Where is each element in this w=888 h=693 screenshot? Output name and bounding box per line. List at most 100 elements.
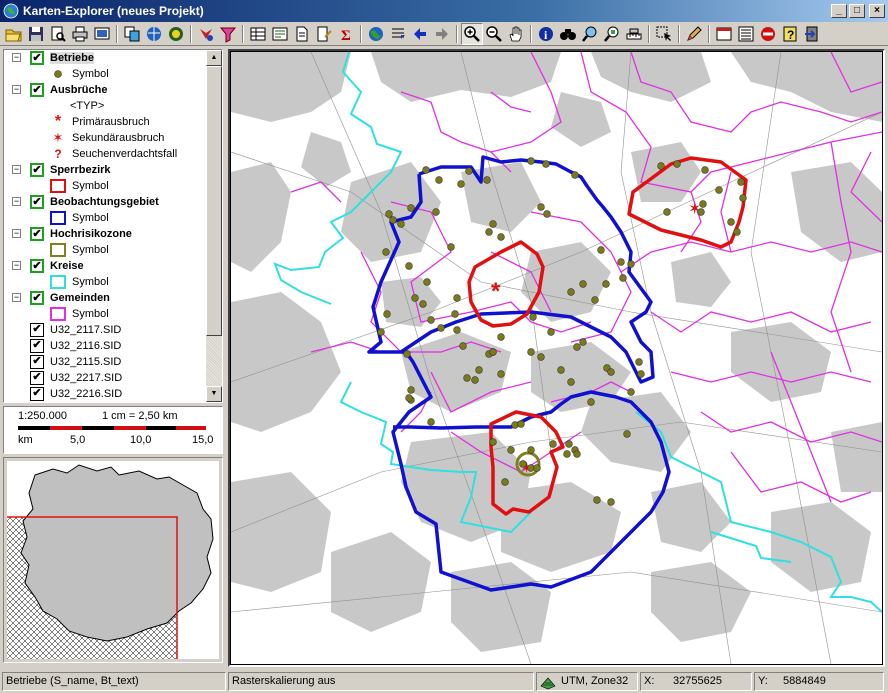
betrieb-dot[interactable] (673, 160, 681, 168)
print-icon[interactable] (69, 23, 91, 45)
find-icon[interactable] (579, 23, 601, 45)
previous-extent-icon[interactable] (387, 23, 409, 45)
collapse-toggle[interactable]: − (12, 229, 21, 238)
list-icon[interactable] (735, 23, 757, 45)
save-icon[interactable] (25, 23, 47, 45)
info-icon[interactable]: i (535, 23, 557, 45)
layer-visibility-checkbox[interactable]: ✔ (30, 259, 44, 273)
collapse-toggle[interactable]: − (12, 293, 21, 302)
legend-layer-row[interactable]: − ✔ Gemeinden (4, 290, 207, 306)
arrow-left-icon[interactable] (409, 23, 431, 45)
attribute-icon[interactable] (269, 23, 291, 45)
betrieb-dot[interactable] (637, 370, 645, 378)
layer-visibility-checkbox[interactable]: ✔ (30, 291, 44, 305)
betrieb-dot[interactable] (537, 353, 545, 361)
betrieb-dot[interactable] (547, 328, 555, 336)
betrieb-dot[interactable] (607, 368, 615, 376)
betrieb-dot[interactable] (451, 310, 459, 318)
select-zoom-icon[interactable] (601, 23, 623, 45)
close-button[interactable]: × (869, 4, 885, 18)
betrieb-dot[interactable] (453, 326, 461, 334)
betrieb-dot[interactable] (607, 498, 615, 506)
betrieb-dot[interactable] (497, 233, 505, 241)
betrieb-dot[interactable] (385, 210, 393, 218)
filter-icon[interactable] (217, 23, 239, 45)
arrow-right-icon[interactable] (431, 23, 453, 45)
layer-name[interactable]: Kreise (50, 260, 84, 272)
raster-file-checkbox[interactable]: ✔ (30, 323, 44, 337)
legend-scrollbar[interactable]: ▲ ▼ (206, 50, 222, 402)
betrieb-dot[interactable] (511, 421, 519, 429)
betrieb-dot[interactable] (405, 394, 413, 402)
betrieb-dot[interactable] (437, 324, 445, 332)
betrieb-dot[interactable] (463, 374, 471, 382)
overview-canvas[interactable] (7, 461, 219, 659)
legend-layer-row[interactable]: − ✔ Sperrbezirk (4, 162, 207, 178)
betrieb-dot[interactable] (567, 288, 575, 296)
betrieb-dot[interactable] (427, 418, 435, 426)
maximize-button[interactable]: □ (849, 4, 865, 18)
layer-name[interactable]: Betriebe (50, 52, 95, 64)
collapse-toggle[interactable]: − (12, 197, 21, 206)
legend-layer-row[interactable]: − ✔ Hochrisikozone (4, 226, 207, 242)
betrieb-dot[interactable] (527, 348, 535, 356)
betrieb-dot[interactable] (471, 376, 479, 384)
layer-name[interactable]: Hochrisikozone (50, 228, 132, 240)
betrieb-dot[interactable] (507, 446, 515, 454)
betrieb-dot[interactable] (657, 162, 665, 170)
raster-file-row[interactable]: ✔ U32_2116.SID (4, 338, 207, 354)
scroll-thumb[interactable] (206, 66, 222, 336)
betrieb-dot[interactable] (715, 186, 723, 194)
betrieb-dot[interactable] (529, 313, 537, 321)
betrieb-dot[interactable] (579, 280, 587, 288)
betrieb-dot[interactable] (737, 178, 745, 186)
betrieb-dot[interactable] (397, 220, 405, 228)
layer-visibility-checkbox[interactable]: ✔ (30, 227, 44, 241)
open-folder-icon[interactable] (3, 23, 25, 45)
raster-file-row[interactable]: ✔ U32_2115.SID (4, 354, 207, 370)
betrieb-dot[interactable] (579, 338, 587, 346)
map-canvas[interactable]: * ✶ ✶ (231, 52, 882, 664)
legend-layer-row[interactable]: − ✔ Betriebe (4, 50, 207, 66)
raster-file-row[interactable]: ✔ U32_2216.SID (4, 386, 207, 402)
betrieb-dot[interactable] (453, 294, 461, 302)
pan-hand-icon[interactable] (505, 23, 527, 45)
betrieb-dot[interactable] (483, 176, 491, 184)
betrieb-dot[interactable] (383, 310, 391, 318)
print-preview-icon[interactable] (47, 23, 69, 45)
betrieb-dot[interactable] (567, 378, 575, 386)
selection-arrow-icon[interactable] (653, 23, 675, 45)
scroll-up-button[interactable]: ▲ (206, 50, 222, 66)
betrieb-dot[interactable] (423, 278, 431, 286)
map-view-frame[interactable]: * ✶ ✶ (228, 49, 885, 667)
raster-file-checkbox[interactable]: ✔ (30, 387, 44, 401)
globe-full-extent-icon[interactable] (365, 23, 387, 45)
help-icon[interactable]: ? (779, 23, 801, 45)
betrieb-dot[interactable] (427, 316, 435, 324)
betrieb-dot[interactable] (663, 208, 671, 216)
legend-layer-row[interactable]: − ✔ Ausbrüche (4, 82, 207, 98)
betrieb-dot[interactable] (403, 350, 411, 358)
globe-layers-icon[interactable] (143, 23, 165, 45)
window-layout-icon[interactable] (713, 23, 735, 45)
exit-icon[interactable] (801, 23, 823, 45)
betrieb-dot[interactable] (537, 203, 545, 211)
layer-name[interactable]: Ausbrüche (50, 84, 107, 96)
betrieb-dot[interactable] (435, 176, 443, 184)
pencil-icon[interactable] (683, 23, 705, 45)
raster-file-checkbox[interactable]: ✔ (30, 339, 44, 353)
legend-layer-row[interactable]: − ✔ Beobachtungsgebiet (4, 194, 207, 210)
layer-name[interactable]: Beobachtungsgebiet (50, 196, 159, 208)
layer-visibility-checkbox[interactable]: ✔ (30, 83, 44, 97)
binoculars-icon[interactable] (557, 23, 579, 45)
betrieb-dot[interactable] (593, 496, 601, 504)
layer-name[interactable]: Gemeinden (50, 292, 110, 304)
betrieb-dot[interactable] (389, 216, 397, 224)
betrieb-dot[interactable] (573, 450, 581, 458)
betrieb-dot[interactable] (407, 204, 415, 212)
betrieb-dot[interactable] (411, 294, 419, 302)
betrieb-dot[interactable] (573, 343, 581, 351)
betrieb-dot[interactable] (701, 166, 709, 174)
edit-document-icon[interactable] (313, 23, 335, 45)
betrieb-dot[interactable] (459, 342, 467, 350)
